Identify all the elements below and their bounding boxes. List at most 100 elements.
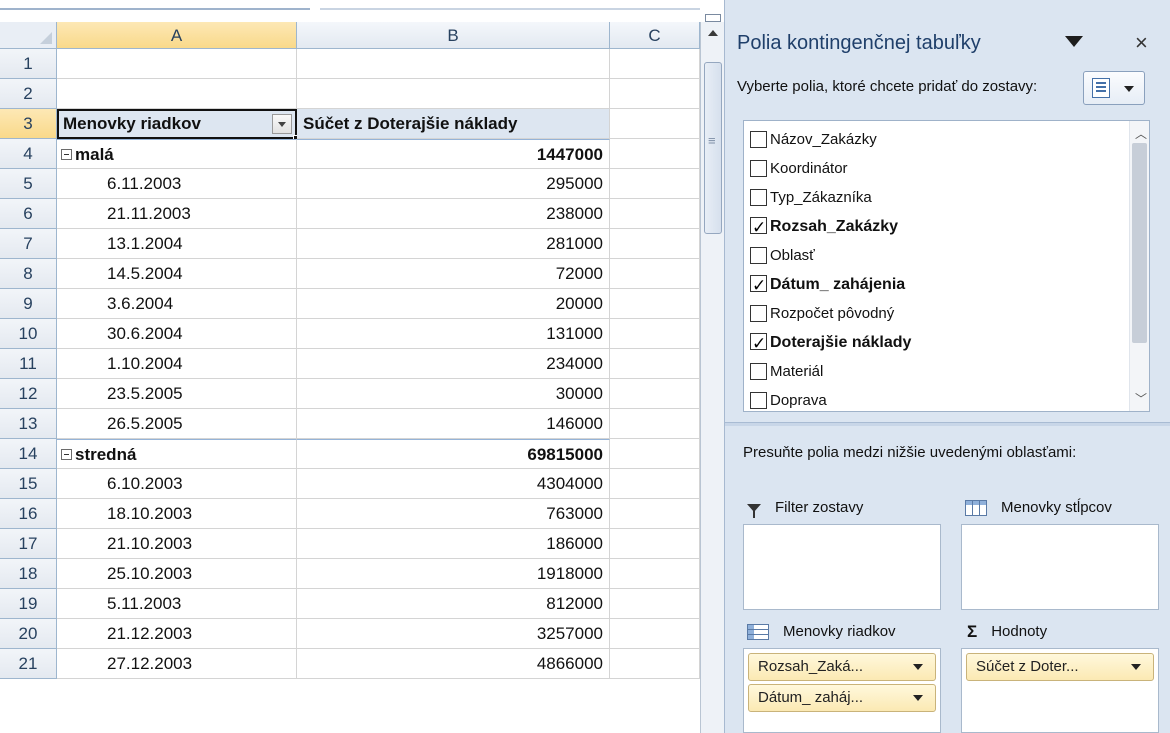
row-header[interactable]: 16: [0, 499, 57, 529]
row-header[interactable]: 1: [0, 49, 57, 79]
cell-a[interactable]: 18.10.2003: [57, 499, 297, 529]
field-item[interactable]: Materiál: [750, 357, 823, 386]
select-all-corner[interactable]: [0, 22, 57, 49]
row-header[interactable]: 20: [0, 619, 57, 649]
cell-c[interactable]: [610, 49, 700, 79]
field-item[interactable]: Koordinátor: [750, 154, 848, 183]
cell-c[interactable]: [610, 109, 700, 139]
filter-drop-area[interactable]: [743, 524, 941, 610]
pane-menu-dropdown-icon[interactable]: [1065, 36, 1083, 47]
cell-a[interactable]: 6.11.2003: [57, 169, 297, 199]
rows-drop-area[interactable]: Rozsah_Zaká... Dátum_ zaháj...: [743, 648, 941, 733]
collapse-icon[interactable]: [61, 149, 72, 161]
cell-b[interactable]: 30000: [297, 379, 610, 409]
field-item[interactable]: Doprava: [750, 386, 827, 411]
cell-c[interactable]: [610, 619, 700, 649]
field-checkbox[interactable]: [750, 159, 767, 177]
field-checkbox[interactable]: [750, 362, 767, 380]
row-header[interactable]: 3: [0, 109, 57, 139]
column-header-c[interactable]: C: [610, 22, 700, 49]
cell-c[interactable]: [610, 319, 700, 349]
cell-a[interactable]: 13.1.2004: [57, 229, 297, 259]
row-header[interactable]: 5: [0, 169, 57, 199]
cell-b[interactable]: 1918000: [297, 559, 610, 589]
cell-b[interactable]: 763000: [297, 499, 610, 529]
vertical-scrollbar[interactable]: [700, 14, 724, 733]
cell-a[interactable]: 6.10.2003: [57, 469, 297, 499]
cell-c[interactable]: [610, 289, 700, 319]
row-header[interactable]: 15: [0, 469, 57, 499]
cell-a[interactable]: 30.6.2004: [57, 319, 297, 349]
cell-b[interactable]: 69815000: [297, 439, 610, 469]
field-checkbox[interactable]: [750, 130, 767, 148]
cell-c[interactable]: [610, 349, 700, 379]
collapse-icon[interactable]: [61, 449, 72, 461]
scroll-thumb[interactable]: [704, 62, 722, 234]
cell-c[interactable]: [610, 139, 700, 169]
cell-b[interactable]: [297, 79, 610, 109]
area-field-chip[interactable]: Rozsah_Zaká...: [748, 653, 936, 681]
field-item[interactable]: Dátum_ zahájenia: [750, 270, 905, 300]
cell-b[interactable]: 3257000: [297, 619, 610, 649]
field-item[interactable]: Doterajšie náklady: [750, 328, 911, 358]
values-drop-area[interactable]: Súčet z Doter...: [961, 648, 1159, 733]
field-checkbox[interactable]: [750, 304, 767, 322]
scroll-thumb[interactable]: [1132, 143, 1147, 343]
row-header[interactable]: 19: [0, 589, 57, 619]
row-header[interactable]: 7: [0, 229, 57, 259]
cell-a[interactable]: 3.6.2004: [57, 289, 297, 319]
split-box[interactable]: [705, 14, 721, 22]
scroll-up-icon[interactable]: ︿: [1135, 125, 1147, 142]
cell-c[interactable]: [610, 199, 700, 229]
cell-b[interactable]: 20000: [297, 289, 610, 319]
field-checkbox[interactable]: [750, 329, 767, 358]
cell-a[interactable]: 23.5.2005: [57, 379, 297, 409]
cell-b[interactable]: 72000: [297, 259, 610, 289]
row-header[interactable]: 12: [0, 379, 57, 409]
cell-a[interactable]: 14.5.2004: [57, 259, 297, 289]
area-field-chip[interactable]: Dátum_ zaháj...: [748, 684, 936, 712]
field-item[interactable]: Oblasť: [750, 241, 815, 270]
cell-b[interactable]: 146000: [297, 409, 610, 439]
cell-c[interactable]: [610, 529, 700, 559]
cell-c[interactable]: [610, 379, 700, 409]
cell-a[interactable]: [57, 49, 297, 79]
column-header-b[interactable]: B: [297, 22, 610, 49]
row-header[interactable]: 6: [0, 199, 57, 229]
cell-a[interactable]: 5.11.2003: [57, 589, 297, 619]
cell-b[interactable]: Súčet z Doterajšie náklady: [297, 109, 610, 139]
cell-b[interactable]: 234000: [297, 349, 610, 379]
columns-drop-area[interactable]: [961, 524, 1159, 610]
cell-b[interactable]: [297, 49, 610, 79]
scroll-up-arrow-icon[interactable]: [703, 24, 723, 42]
field-list-scrollbar[interactable]: ︿ ﹀: [1129, 121, 1149, 411]
cell-c[interactable]: [610, 229, 700, 259]
row-header[interactable]: 9: [0, 289, 57, 319]
cell-c[interactable]: [610, 409, 700, 439]
cell-a[interactable]: 21.11.2003: [57, 199, 297, 229]
cell-c[interactable]: [610, 559, 700, 589]
chevron-down-icon[interactable]: [913, 695, 923, 701]
row-header[interactable]: 21: [0, 649, 57, 679]
cell-a[interactable]: 27.12.2003: [57, 649, 297, 679]
field-checkbox[interactable]: [750, 246, 767, 264]
field-checkbox[interactable]: [750, 213, 767, 242]
close-icon[interactable]: ×: [1135, 30, 1148, 56]
row-header[interactable]: 2: [0, 79, 57, 109]
cell-c[interactable]: [610, 259, 700, 289]
cell-b[interactable]: 238000: [297, 199, 610, 229]
cell-b[interactable]: 4304000: [297, 469, 610, 499]
row-header[interactable]: 14: [0, 439, 57, 469]
row-header[interactable]: 11: [0, 349, 57, 379]
chevron-down-icon[interactable]: [1131, 664, 1141, 670]
row-header[interactable]: 17: [0, 529, 57, 559]
cell-a[interactable]: malá: [57, 139, 297, 169]
field-checkbox[interactable]: [750, 391, 767, 409]
chevron-down-icon[interactable]: [913, 664, 923, 670]
cell-a[interactable]: 25.10.2003: [57, 559, 297, 589]
field-checkbox[interactable]: [750, 188, 767, 206]
cell-b[interactable]: 281000: [297, 229, 610, 259]
cell-b[interactable]: 812000: [297, 589, 610, 619]
field-item[interactable]: Typ_Zákazníka: [750, 183, 872, 212]
cell-a[interactable]: 21.10.2003: [57, 529, 297, 559]
